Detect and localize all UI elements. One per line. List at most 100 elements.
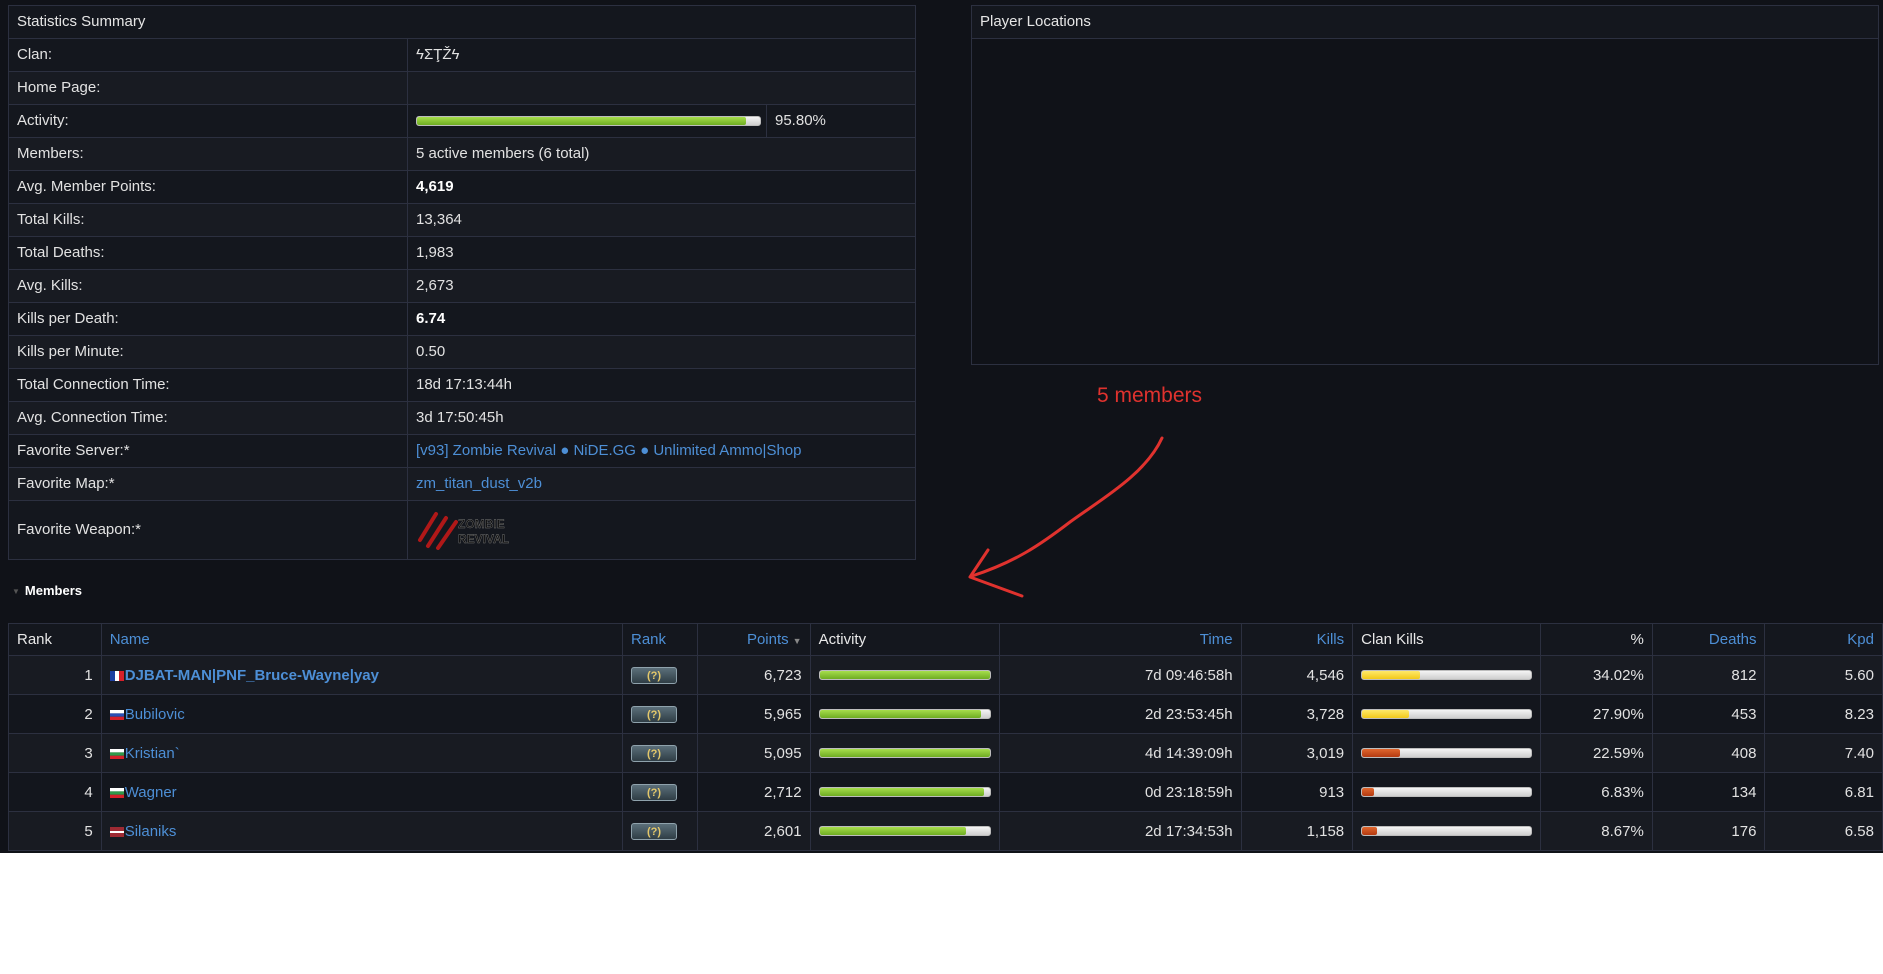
member-clan-kills-bar bbox=[1361, 709, 1533, 719]
rank-badge-icon: (?) bbox=[630, 744, 677, 762]
col-header-time[interactable]: Time bbox=[998, 623, 1242, 656]
collapse-triangle-icon: ▼ bbox=[12, 587, 20, 597]
member-rank: 4 bbox=[8, 772, 102, 812]
member-rank-badge-cell: (?) bbox=[621, 694, 698, 734]
stats-row: Total Kills: 13,364 bbox=[9, 204, 915, 237]
member-name-link[interactable]: Wagner bbox=[125, 784, 177, 801]
stats-label: Total Connection Time: bbox=[9, 369, 408, 401]
stats-row: Clan: ϟΣŢŽϟ bbox=[9, 39, 915, 72]
member-activity-bar bbox=[818, 670, 991, 680]
annotation-arrow-icon bbox=[968, 436, 1164, 598]
stats-value: 4,619 bbox=[416, 178, 454, 195]
stats-value: 5 active members (6 total) bbox=[416, 145, 590, 162]
stats-label: Members: bbox=[9, 138, 408, 170]
statistics-summary-title: Statistics Summary bbox=[9, 6, 915, 39]
member-kills: 913 bbox=[1240, 772, 1354, 812]
member-name-link[interactable]: Bubilovic bbox=[125, 706, 185, 723]
member-activity-fill bbox=[819, 710, 982, 718]
member-rank-badge-cell: (?) bbox=[621, 733, 698, 773]
stats-label: Total Deaths: bbox=[9, 237, 408, 269]
clan-stats-page: Statistics Summary Clan: ϟΣŢŽϟ Home Page: A… bbox=[0, 0, 1883, 853]
stats-value: 3d 17:50:45h bbox=[416, 409, 504, 426]
rank-badge-icon: (?) bbox=[630, 822, 677, 840]
col-header-points[interactable]: Points ▼ bbox=[696, 623, 811, 656]
member-name-cell: Silaniks bbox=[100, 811, 623, 851]
member-deaths: 408 bbox=[1651, 733, 1766, 773]
col-header-rank: Rank bbox=[8, 623, 102, 656]
member-kills: 1,158 bbox=[1240, 811, 1354, 851]
member-percent: 8.67% bbox=[1540, 811, 1653, 851]
stats-row: Total Deaths: 1,983 bbox=[9, 237, 915, 270]
member-name-link[interactable]: DJBAT-MAN|PNF_Bruce-Wayne|yay bbox=[125, 667, 379, 684]
activity-bar-cell bbox=[408, 105, 767, 137]
stats-label: Avg. Kills: bbox=[9, 270, 408, 302]
member-kpd: 6.81 bbox=[1764, 772, 1883, 812]
stats-value: ϟΣŢŽϟ bbox=[416, 46, 460, 63]
player-locations-map[interactable] bbox=[972, 39, 1878, 364]
member-clan-kills-fill bbox=[1362, 671, 1420, 679]
favorite-weapon-value: ZOMBIE REVIVAL bbox=[408, 501, 915, 559]
member-time: 2d 23:53:45h bbox=[998, 694, 1242, 734]
member-time: 0d 23:18:59h bbox=[998, 772, 1242, 812]
member-name-cell: DJBAT-MAN|PNF_Bruce-Wayne|yay bbox=[100, 655, 623, 695]
activity-progress-fill bbox=[417, 117, 746, 125]
members-section-toggle[interactable]: ▼ Members bbox=[12, 583, 82, 598]
member-kpd: 7.40 bbox=[1764, 733, 1883, 773]
member-activity-bar bbox=[818, 826, 991, 836]
member-rank: 1 bbox=[8, 655, 102, 695]
member-kills: 3,019 bbox=[1240, 733, 1354, 773]
bulgaria-flag-icon bbox=[109, 787, 124, 798]
members-table: Rank Name Rank Points ▼ Activity Time Kil… bbox=[8, 623, 1883, 851]
stats-row: Favorite Map:* zm_titan_dust_v2b bbox=[9, 468, 915, 501]
france-flag-icon bbox=[109, 670, 124, 681]
rank-badge-icon: (?) bbox=[630, 705, 677, 723]
member-percent: 27.90% bbox=[1540, 694, 1653, 734]
favorite-map-link[interactable]: zm_titan_dust_v2b bbox=[408, 468, 915, 500]
col-header-kills[interactable]: Kills bbox=[1240, 623, 1354, 656]
member-activity-bar bbox=[818, 748, 991, 758]
col-header-name[interactable]: Name bbox=[100, 623, 623, 656]
member-name-cell: Bubilovic bbox=[100, 694, 623, 734]
member-time: 2d 17:34:53h bbox=[998, 811, 1242, 851]
activity-percent: 95.80% bbox=[775, 112, 826, 129]
stats-value: 1,983 bbox=[416, 244, 454, 261]
member-activity-cell bbox=[809, 694, 1000, 734]
col-header-rank-badge[interactable]: Rank bbox=[621, 623, 698, 656]
member-clan-kills-cell bbox=[1352, 655, 1542, 695]
member-name-link[interactable]: Kristian` bbox=[125, 745, 180, 762]
activity-progress-bar bbox=[416, 116, 761, 126]
member-time: 7d 09:46:58h bbox=[998, 655, 1242, 695]
member-points: 6,723 bbox=[696, 655, 811, 695]
member-clan-kills-fill bbox=[1362, 827, 1377, 835]
stats-row: Total Connection Time: 18d 17:13:44h bbox=[9, 369, 915, 402]
member-percent: 34.02% bbox=[1540, 655, 1653, 695]
stats-label: Clan: bbox=[9, 39, 408, 71]
stats-row: Avg. Connection Time: 3d 17:50:45h bbox=[9, 402, 915, 435]
member-kpd: 5.60 bbox=[1764, 655, 1883, 695]
member-activity-cell bbox=[809, 733, 1000, 773]
members-section-label: Members bbox=[24, 583, 82, 598]
stats-row: Avg. Member Points: 4,619 bbox=[9, 171, 915, 204]
stats-label: Kills per Minute: bbox=[9, 336, 408, 368]
member-activity-fill bbox=[819, 827, 966, 835]
member-row: 1 DJBAT-MAN|PNF_Bruce-Wayne|yay (?) 6,723 7d… bbox=[8, 655, 1883, 695]
member-points: 2,712 bbox=[696, 772, 811, 812]
member-clan-kills-cell bbox=[1352, 694, 1542, 734]
stats-label: Activity: bbox=[9, 105, 408, 137]
statistics-summary-panel: Statistics Summary Clan: ϟΣŢŽϟ Home Page: A… bbox=[8, 5, 916, 560]
member-activity-cell bbox=[809, 772, 1000, 812]
member-name-link[interactable]: Silaniks bbox=[125, 823, 177, 840]
member-percent: 6.83% bbox=[1540, 772, 1653, 812]
member-rank-badge-cell: (?) bbox=[621, 811, 698, 851]
member-name-cell: Wagner bbox=[100, 772, 623, 812]
col-header-kpd[interactable]: Kpd bbox=[1764, 623, 1883, 656]
member-clan-kills-cell bbox=[1352, 811, 1542, 851]
favorite-server-link[interactable]: [v93] Zombie Revival ● NiDE.GG ● Unlimit… bbox=[408, 435, 915, 467]
col-header-deaths[interactable]: Deaths bbox=[1651, 623, 1766, 656]
member-row: 5 Silaniks (?) 2,601 2d 17:34:53h 1,158 8.67% 1… bbox=[8, 811, 1883, 851]
bulgaria-flag-icon bbox=[109, 748, 124, 759]
zombie-claw-weapon-icon: ZOMBIEREVIVAL bbox=[418, 512, 509, 551]
member-deaths: 812 bbox=[1651, 655, 1766, 695]
member-clan-kills-cell bbox=[1352, 772, 1542, 812]
member-activity-fill bbox=[819, 788, 985, 796]
